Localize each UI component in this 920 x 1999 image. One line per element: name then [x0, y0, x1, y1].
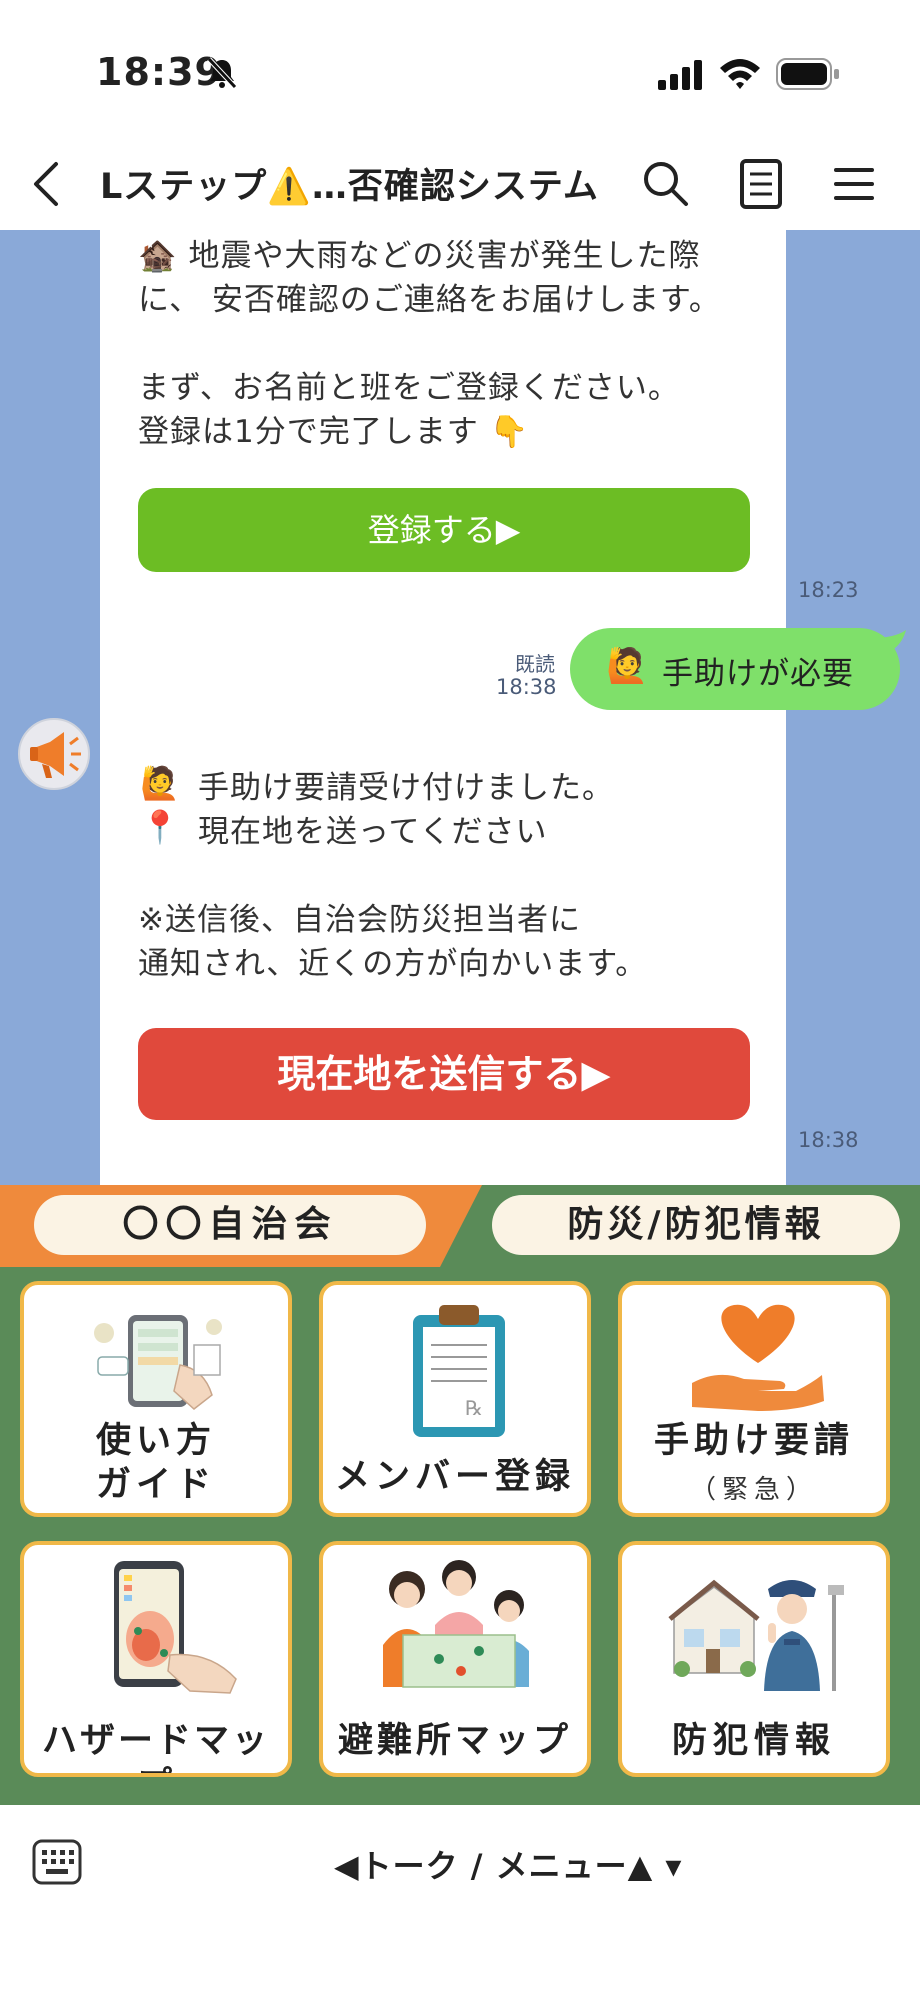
- menu-tile-guide[interactable]: 使い方 ガイド: [20, 1281, 292, 1517]
- raising-hand-emoji-icon: 🙋: [606, 646, 649, 686]
- cellular-signal-icon: [658, 60, 702, 90]
- menu-tile-help-request[interactable]: 手助け要請 （緊急）: [618, 1281, 890, 1517]
- message-bubble-location: 🙋 📍 手助け要請受け付けました。 現在地を送ってください ※送信後、自治会防災…: [100, 728, 786, 1185]
- rich-menu: 〇〇自治会 防災/防犯情報 使い方 ガイド ℞ メンバー登録 手助け要請 （緊急…: [0, 1185, 920, 1805]
- shelter-map-icon: [383, 1560, 529, 1688]
- sent-message-bubble: 🙋 手助けが必要: [570, 628, 900, 710]
- keyboard-icon[interactable]: [32, 1839, 82, 1885]
- message-text: に、 安否確認のご連絡をお届けします。: [138, 282, 721, 318]
- register-button-label: 登録する▶: [367, 511, 521, 549]
- status-bar: 18:39: [0, 0, 920, 140]
- tab-label: 防災/防犯情報: [567, 1204, 825, 1245]
- bell-muted-icon: [207, 57, 237, 89]
- read-receipt: 既読: [515, 652, 555, 676]
- sent-message-text: 手助けが必要: [662, 656, 854, 692]
- chat-title: Lステップ⚠️…否確認システム: [100, 167, 599, 207]
- pin-emoji-icon: 📍: [140, 808, 180, 846]
- back-chevron-icon[interactable]: [28, 158, 64, 210]
- message-text: ※送信後、自治会防災担当者に: [138, 902, 581, 938]
- tile-label: ガイド: [95, 1465, 216, 1505]
- message-time: 18:38: [496, 675, 557, 699]
- tile-label: ハザードマップ: [41, 1721, 270, 1773]
- hazard-map-icon: [114, 1561, 237, 1694]
- message-text: 通知され、近くの方が向かいます。: [138, 946, 648, 982]
- notes-icon[interactable]: [738, 157, 784, 211]
- hamburger-menu-icon[interactable]: [834, 162, 874, 206]
- clipboard-icon: ℞: [413, 1305, 505, 1437]
- battery-icon: [776, 58, 839, 90]
- tile-sublabel: （緊急）: [689, 1475, 818, 1505]
- tile-label: メンバー登録: [334, 1457, 575, 1497]
- megaphone-icon: [30, 732, 81, 778]
- svg-text:℞: ℞: [465, 1396, 483, 1420]
- message-text: 手助け要請受け付けました。: [198, 770, 614, 806]
- chat-area[interactable]: 🏚️ 地震や大雨などの災害が発生した際 に、 安否確認のご連絡をお届けします。 …: [0, 230, 920, 1185]
- message-text: 登録は1分で完了します 👇: [138, 414, 530, 450]
- menu-tile-hazard-map[interactable]: ハザードマップ: [20, 1541, 292, 1777]
- tile-label: 避難所マップ: [337, 1721, 572, 1761]
- tile-label: 防犯情報: [671, 1721, 836, 1761]
- menu-tile-shelter-map[interactable]: 避難所マップ: [319, 1541, 591, 1777]
- heart-hand-icon: [692, 1304, 824, 1411]
- message-text: 現在地を送ってください: [198, 814, 548, 850]
- register-button[interactable]: 登録する▶: [138, 488, 750, 572]
- bot-avatar[interactable]: [18, 718, 90, 790]
- message-text: まず、お名前と班をご登録ください。: [138, 370, 680, 406]
- search-icon[interactable]: [640, 158, 690, 208]
- menu-toggle-button[interactable]: ◀トーク / メニュー▲ ▾: [334, 1841, 682, 1887]
- tab-community[interactable]: 〇〇自治会: [34, 1195, 426, 1255]
- wifi-icon: [720, 59, 760, 89]
- tab-disaster-info[interactable]: 防災/防犯情報: [492, 1195, 900, 1255]
- send-location-button-label: 現在地を送信する▶: [277, 1052, 611, 1096]
- menu-tile-member-registration[interactable]: ℞ メンバー登録: [319, 1281, 591, 1517]
- status-time: 18:39: [96, 50, 222, 94]
- send-location-button[interactable]: 現在地を送信する▶: [138, 1028, 750, 1120]
- message-time: 18:23: [798, 578, 859, 602]
- chat-header: Lステップ⚠️…否確認システム: [0, 140, 920, 230]
- guide-icon: [94, 1315, 222, 1410]
- tile-label: 使い方: [95, 1421, 216, 1461]
- message-text: 🏚️ 地震や大雨などの災害が発生した際: [138, 238, 701, 274]
- menu-tile-crime-prevention[interactable]: 防犯情報: [618, 1541, 890, 1777]
- footer-bar: ◀トーク / メニュー▲ ▾: [0, 1805, 920, 1999]
- raising-hand-emoji-icon: 🙋: [140, 764, 180, 802]
- message-time: 18:38: [798, 1128, 859, 1152]
- tab-label: 〇〇自治会: [122, 1204, 338, 1245]
- crime-prevention-icon: [668, 1579, 844, 1691]
- tile-label: 手助け要請: [653, 1421, 854, 1461]
